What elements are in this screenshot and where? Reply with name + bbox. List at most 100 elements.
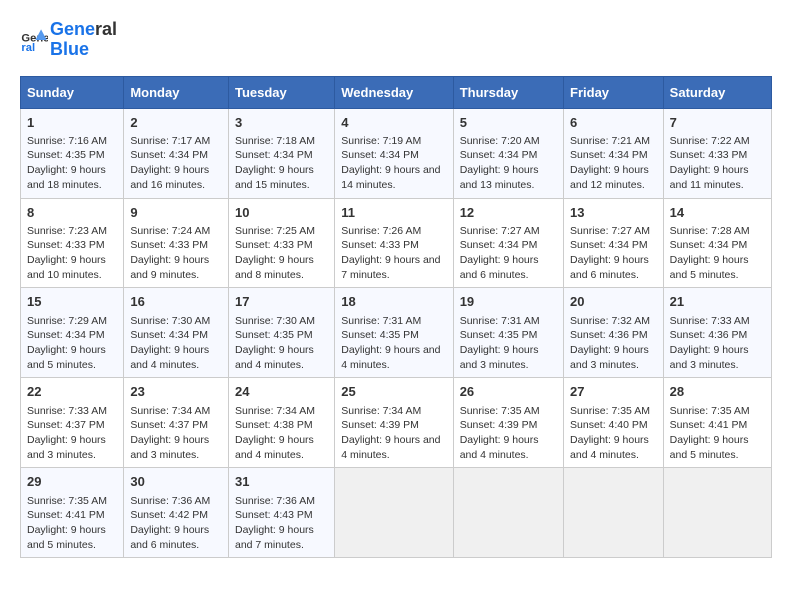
logo: Gene ral GeneralBlue <box>20 20 117 60</box>
logo-icon: Gene ral <box>20 26 48 54</box>
calendar-cell: 4 Sunrise: 7:19 AM Sunset: 4:34 PM Dayli… <box>335 108 453 198</box>
weekday-header: Friday <box>564 76 664 108</box>
calendar-cell: 19 Sunrise: 7:31 AM Sunset: 4:35 PM Dayl… <box>453 288 563 378</box>
calendar-body: 1 Sunrise: 7:16 AM Sunset: 4:35 PM Dayli… <box>21 108 772 558</box>
day-number: 11 <box>341 204 446 222</box>
calendar-cell: 31 Sunrise: 7:36 AM Sunset: 4:43 PM Dayl… <box>228 468 334 558</box>
page-header: Gene ral GeneralBlue <box>20 20 772 60</box>
day-info: Sunrise: 7:36 AM Sunset: 4:43 PM Dayligh… <box>235 494 328 553</box>
day-info: Sunrise: 7:21 AM Sunset: 4:34 PM Dayligh… <box>570 134 657 193</box>
svg-text:ral: ral <box>21 42 35 54</box>
day-number: 12 <box>460 204 557 222</box>
calendar-cell: 28 Sunrise: 7:35 AM Sunset: 4:41 PM Dayl… <box>663 378 771 468</box>
day-info: Sunrise: 7:33 AM Sunset: 4:36 PM Dayligh… <box>670 314 765 373</box>
calendar-cell: 29 Sunrise: 7:35 AM Sunset: 4:41 PM Dayl… <box>21 468 124 558</box>
day-number: 15 <box>27 293 117 311</box>
calendar-week-row: 29 Sunrise: 7:35 AM Sunset: 4:41 PM Dayl… <box>21 468 772 558</box>
day-number: 5 <box>460 114 557 132</box>
day-number: 16 <box>130 293 222 311</box>
day-number: 1 <box>27 114 117 132</box>
calendar-table: SundayMondayTuesdayWednesdayThursdayFrid… <box>20 76 772 559</box>
calendar-cell: 13 Sunrise: 7:27 AM Sunset: 4:34 PM Dayl… <box>564 198 664 288</box>
day-info: Sunrise: 7:30 AM Sunset: 4:35 PM Dayligh… <box>235 314 328 373</box>
day-info: Sunrise: 7:31 AM Sunset: 4:35 PM Dayligh… <box>341 314 446 373</box>
day-number: 23 <box>130 383 222 401</box>
day-info: Sunrise: 7:27 AM Sunset: 4:34 PM Dayligh… <box>460 224 557 283</box>
day-number: 4 <box>341 114 446 132</box>
day-info: Sunrise: 7:31 AM Sunset: 4:35 PM Dayligh… <box>460 314 557 373</box>
calendar-cell: 2 Sunrise: 7:17 AM Sunset: 4:34 PM Dayli… <box>124 108 229 198</box>
day-number: 25 <box>341 383 446 401</box>
logo-text: GeneralBlue <box>50 20 117 60</box>
day-info: Sunrise: 7:26 AM Sunset: 4:33 PM Dayligh… <box>341 224 446 283</box>
calendar-cell: 18 Sunrise: 7:31 AM Sunset: 4:35 PM Dayl… <box>335 288 453 378</box>
calendar-cell: 26 Sunrise: 7:35 AM Sunset: 4:39 PM Dayl… <box>453 378 563 468</box>
weekday-header: Saturday <box>663 76 771 108</box>
calendar-cell: 27 Sunrise: 7:35 AM Sunset: 4:40 PM Dayl… <box>564 378 664 468</box>
day-info: Sunrise: 7:18 AM Sunset: 4:34 PM Dayligh… <box>235 134 328 193</box>
day-info: Sunrise: 7:35 AM Sunset: 4:40 PM Dayligh… <box>570 404 657 463</box>
day-number: 18 <box>341 293 446 311</box>
day-number: 14 <box>670 204 765 222</box>
day-info: Sunrise: 7:27 AM Sunset: 4:34 PM Dayligh… <box>570 224 657 283</box>
day-info: Sunrise: 7:28 AM Sunset: 4:34 PM Dayligh… <box>670 224 765 283</box>
calendar-cell <box>453 468 563 558</box>
day-number: 26 <box>460 383 557 401</box>
day-info: Sunrise: 7:35 AM Sunset: 4:41 PM Dayligh… <box>670 404 765 463</box>
calendar-cell: 10 Sunrise: 7:25 AM Sunset: 4:33 PM Dayl… <box>228 198 334 288</box>
calendar-cell: 25 Sunrise: 7:34 AM Sunset: 4:39 PM Dayl… <box>335 378 453 468</box>
day-info: Sunrise: 7:17 AM Sunset: 4:34 PM Dayligh… <box>130 134 222 193</box>
day-number: 22 <box>27 383 117 401</box>
weekday-header: Sunday <box>21 76 124 108</box>
day-number: 28 <box>670 383 765 401</box>
day-number: 24 <box>235 383 328 401</box>
day-info: Sunrise: 7:16 AM Sunset: 4:35 PM Dayligh… <box>27 134 117 193</box>
calendar-cell: 23 Sunrise: 7:34 AM Sunset: 4:37 PM Dayl… <box>124 378 229 468</box>
day-number: 29 <box>27 473 117 491</box>
day-number: 17 <box>235 293 328 311</box>
calendar-cell: 11 Sunrise: 7:26 AM Sunset: 4:33 PM Dayl… <box>335 198 453 288</box>
day-info: Sunrise: 7:34 AM Sunset: 4:38 PM Dayligh… <box>235 404 328 463</box>
day-number: 3 <box>235 114 328 132</box>
calendar-cell <box>564 468 664 558</box>
calendar-cell: 3 Sunrise: 7:18 AM Sunset: 4:34 PM Dayli… <box>228 108 334 198</box>
weekday-header: Wednesday <box>335 76 453 108</box>
calendar-cell: 15 Sunrise: 7:29 AM Sunset: 4:34 PM Dayl… <box>21 288 124 378</box>
calendar-cell: 16 Sunrise: 7:30 AM Sunset: 4:34 PM Dayl… <box>124 288 229 378</box>
day-info: Sunrise: 7:24 AM Sunset: 4:33 PM Dayligh… <box>130 224 222 283</box>
day-number: 19 <box>460 293 557 311</box>
day-info: Sunrise: 7:23 AM Sunset: 4:33 PM Dayligh… <box>27 224 117 283</box>
weekday-header: Monday <box>124 76 229 108</box>
calendar-cell: 5 Sunrise: 7:20 AM Sunset: 4:34 PM Dayli… <box>453 108 563 198</box>
calendar-week-row: 8 Sunrise: 7:23 AM Sunset: 4:33 PM Dayli… <box>21 198 772 288</box>
day-info: Sunrise: 7:32 AM Sunset: 4:36 PM Dayligh… <box>570 314 657 373</box>
day-number: 20 <box>570 293 657 311</box>
day-number: 13 <box>570 204 657 222</box>
day-number: 9 <box>130 204 222 222</box>
calendar-cell: 12 Sunrise: 7:27 AM Sunset: 4:34 PM Dayl… <box>453 198 563 288</box>
day-info: Sunrise: 7:22 AM Sunset: 4:33 PM Dayligh… <box>670 134 765 193</box>
calendar-week-row: 1 Sunrise: 7:16 AM Sunset: 4:35 PM Dayli… <box>21 108 772 198</box>
day-number: 7 <box>670 114 765 132</box>
day-number: 21 <box>670 293 765 311</box>
day-info: Sunrise: 7:35 AM Sunset: 4:41 PM Dayligh… <box>27 494 117 553</box>
day-info: Sunrise: 7:34 AM Sunset: 4:39 PM Dayligh… <box>341 404 446 463</box>
day-info: Sunrise: 7:36 AM Sunset: 4:42 PM Dayligh… <box>130 494 222 553</box>
calendar-cell: 6 Sunrise: 7:21 AM Sunset: 4:34 PM Dayli… <box>564 108 664 198</box>
day-info: Sunrise: 7:33 AM Sunset: 4:37 PM Dayligh… <box>27 404 117 463</box>
day-number: 30 <box>130 473 222 491</box>
day-number: 2 <box>130 114 222 132</box>
calendar-cell: 14 Sunrise: 7:28 AM Sunset: 4:34 PM Dayl… <box>663 198 771 288</box>
calendar-cell: 9 Sunrise: 7:24 AM Sunset: 4:33 PM Dayli… <box>124 198 229 288</box>
calendar-cell: 20 Sunrise: 7:32 AM Sunset: 4:36 PM Dayl… <box>564 288 664 378</box>
day-info: Sunrise: 7:35 AM Sunset: 4:39 PM Dayligh… <box>460 404 557 463</box>
day-number: 8 <box>27 204 117 222</box>
calendar-cell <box>335 468 453 558</box>
calendar-cell <box>663 468 771 558</box>
calendar-header-row: SundayMondayTuesdayWednesdayThursdayFrid… <box>21 76 772 108</box>
calendar-cell: 7 Sunrise: 7:22 AM Sunset: 4:33 PM Dayli… <box>663 108 771 198</box>
calendar-cell: 17 Sunrise: 7:30 AM Sunset: 4:35 PM Dayl… <box>228 288 334 378</box>
day-number: 31 <box>235 473 328 491</box>
weekday-header: Tuesday <box>228 76 334 108</box>
day-info: Sunrise: 7:20 AM Sunset: 4:34 PM Dayligh… <box>460 134 557 193</box>
